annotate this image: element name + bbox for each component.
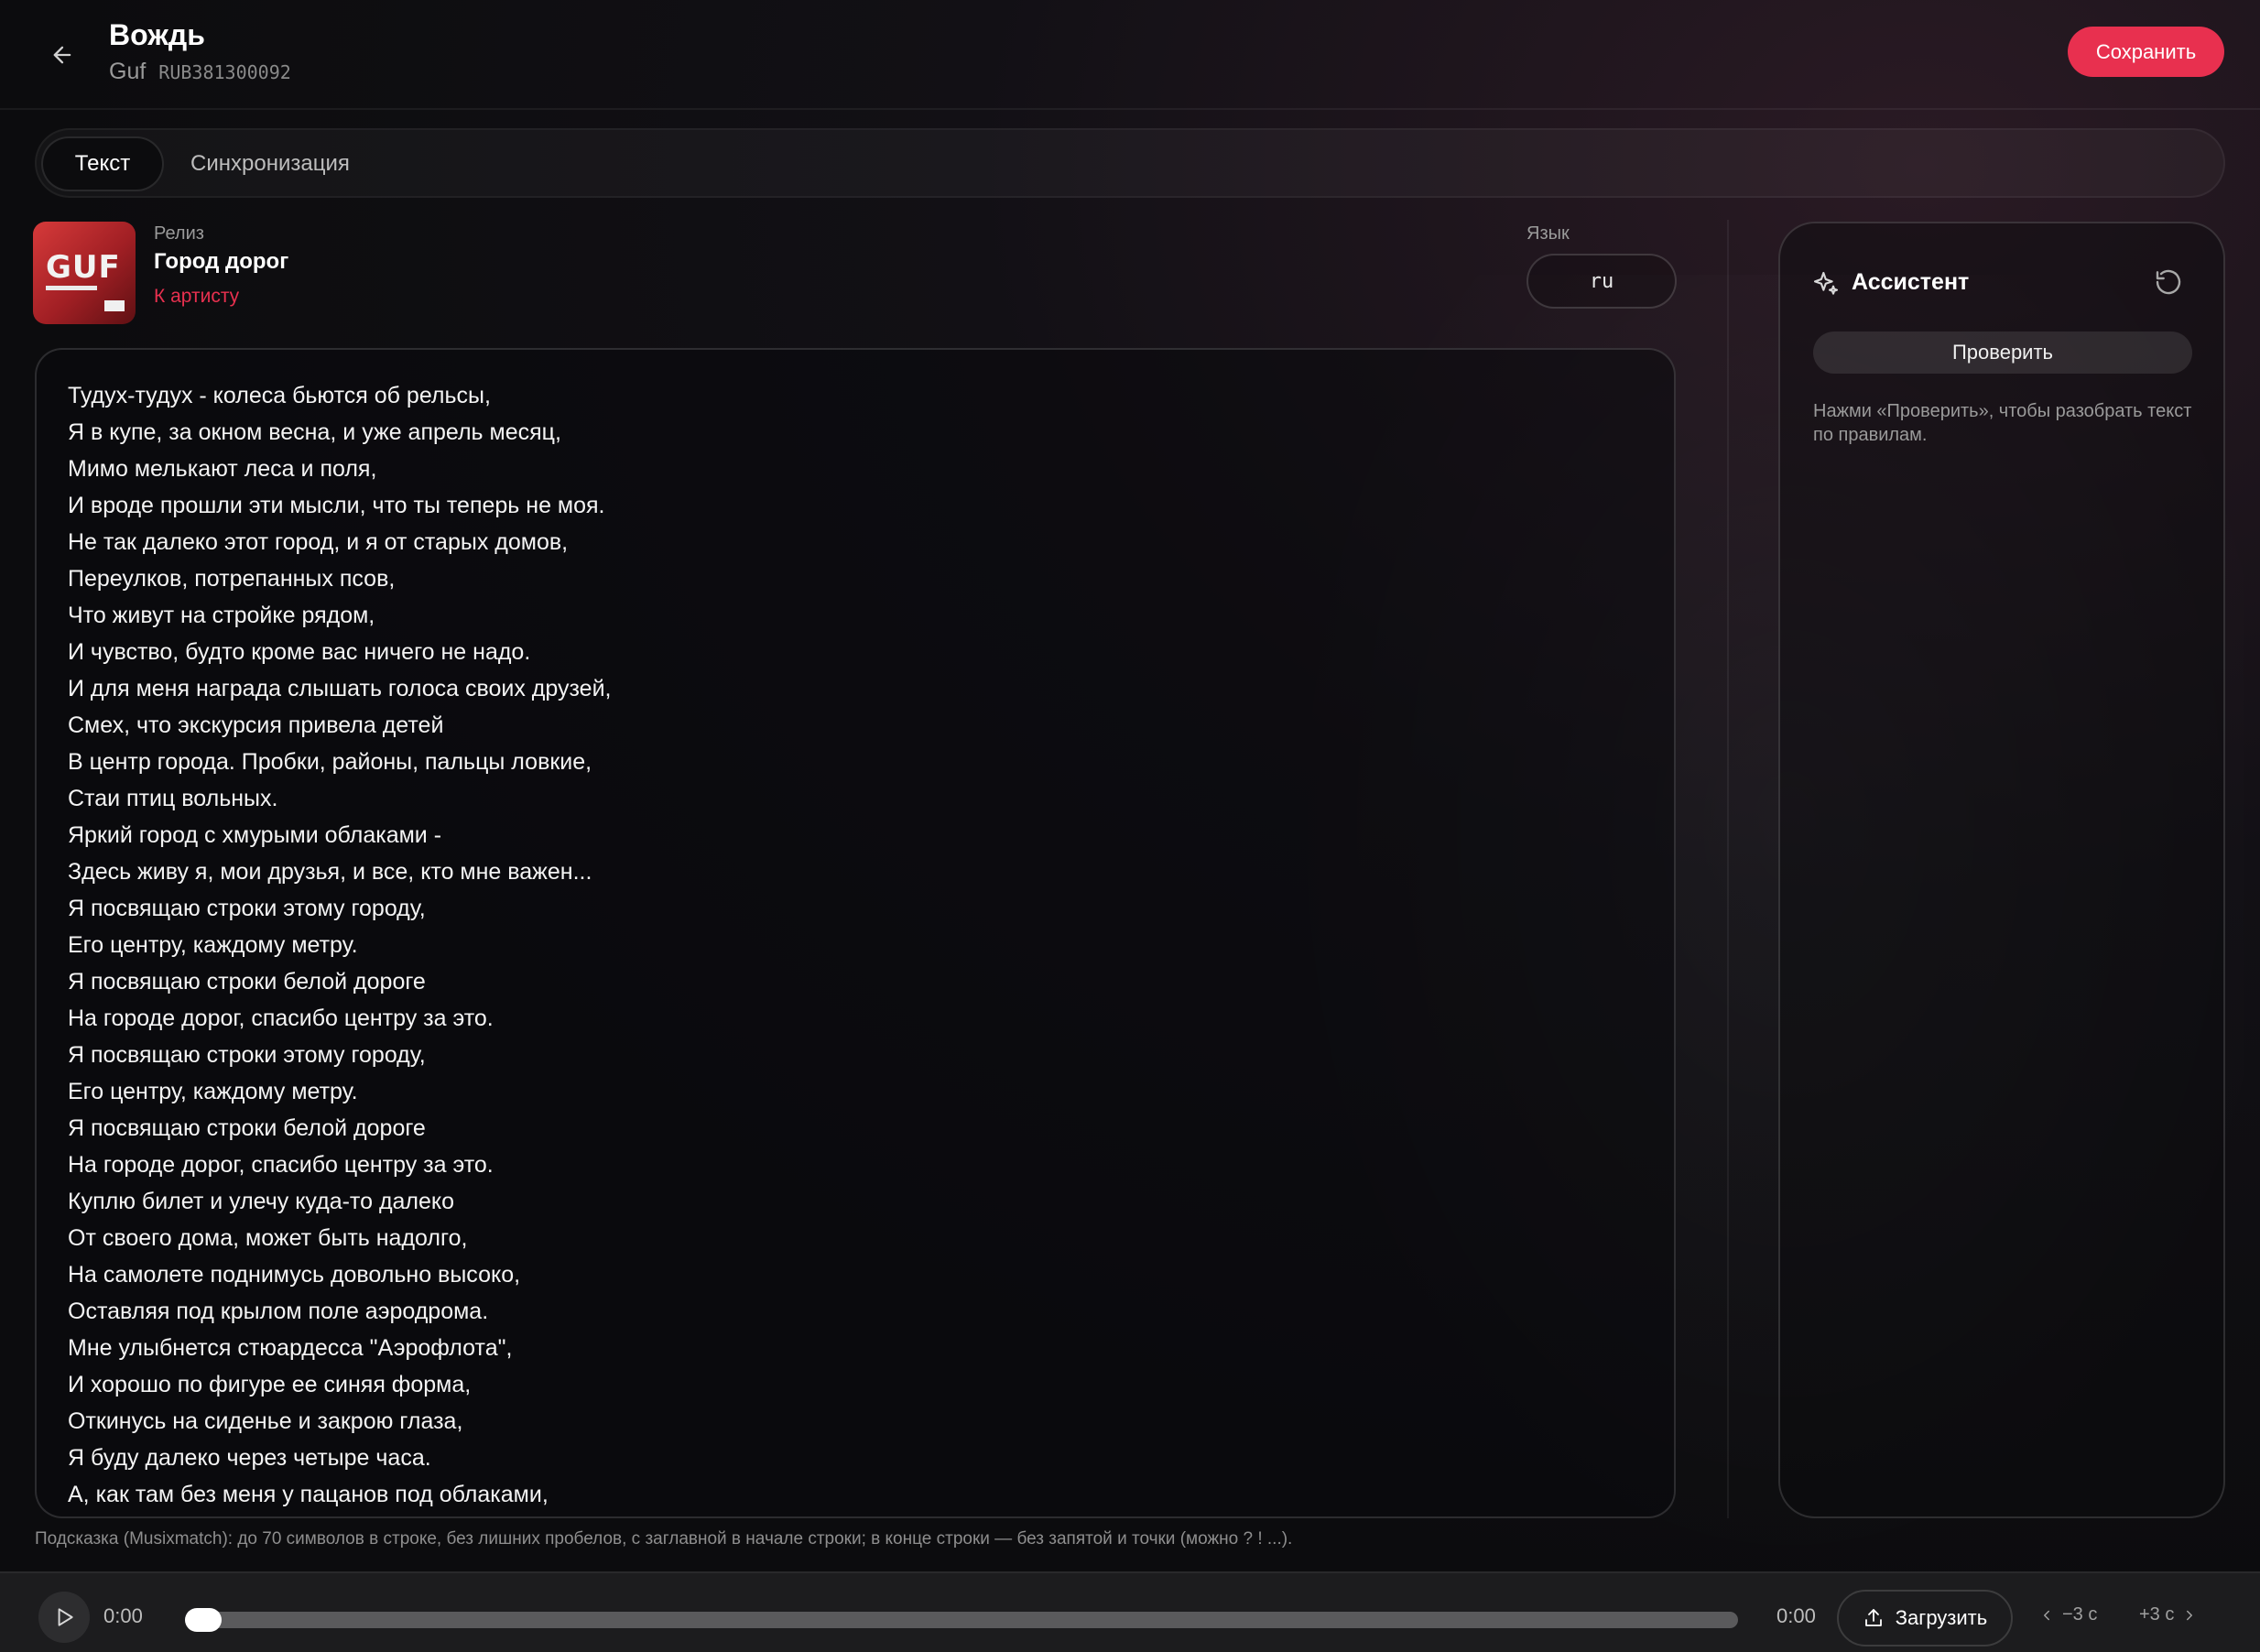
panel-divider <box>1727 220 1729 1518</box>
lyrics-editor[interactable]: Тудух-тудух - колеса бьются об рельсы, Я… <box>35 348 1676 1518</box>
cover-logo: GUF <box>46 249 121 286</box>
track-title: Вождь <box>109 18 205 51</box>
play-icon <box>58 1608 73 1626</box>
upload-label: Загрузить <box>1895 1606 1988 1629</box>
tab-text[interactable]: Текст <box>41 136 164 191</box>
upload-icon <box>1864 1609 1882 1626</box>
seek-forward-button[interactable]: +3 с <box>2139 1604 2198 1625</box>
release-cover[interactable]: GUF <box>33 222 136 324</box>
play-button[interactable] <box>38 1592 90 1643</box>
tab-bar: Текст Синхронизация <box>35 128 2225 198</box>
refresh-icon <box>2156 269 2181 295</box>
assistant-hint: Нажми «Проверить», чтобы разобрать текст… <box>1813 401 2192 445</box>
arrow-left-icon <box>53 46 71 64</box>
sparkle-icon <box>1813 271 1839 295</box>
check-button[interactable]: Проверить <box>1813 331 2192 374</box>
musixmatch-hint: Подсказка (Musixmatch): до 70 символов в… <box>35 1529 1293 1549</box>
assistant-title: Ассистент <box>1852 269 1970 295</box>
save-button[interactable]: Сохранить <box>2068 27 2224 77</box>
lyrics-text[interactable]: Тудух-тудух - колеса бьются об рельсы, Я… <box>68 377 1643 1513</box>
artist-link[interactable]: К артисту <box>154 286 239 308</box>
release-name: Город дорог <box>154 249 289 274</box>
track-artist: Guf <box>109 59 147 84</box>
header: Вождь Guf RUB381300092 Сохранить <box>0 0 2260 110</box>
track-isrc: RUB381300092 <box>158 61 291 83</box>
seek-back-button[interactable]: −3 с <box>2038 1604 2097 1625</box>
seek-forward-label: +3 с <box>2139 1604 2175 1625</box>
upload-button[interactable]: Загрузить <box>1837 1590 2013 1647</box>
assistant-reset-button[interactable] <box>2154 267 2187 300</box>
language-label: Язык <box>1527 223 1570 244</box>
current-time: 0:00 <box>103 1604 143 1627</box>
tab-sync[interactable]: Синхронизация <box>190 136 465 191</box>
audio-player: 0:00 0:00 Загрузить −3 с +3 с <box>0 1571 2260 1652</box>
back-button[interactable] <box>40 33 84 77</box>
release-label: Релиз <box>154 223 204 244</box>
language-select[interactable]: ru <box>1527 254 1677 309</box>
chevron-right-icon <box>2187 1610 2193 1620</box>
cover-decoration <box>46 286 97 290</box>
track-subtitle: Guf RUB381300092 <box>109 59 291 85</box>
chevron-left-icon <box>2044 1610 2049 1620</box>
progress-thumb[interactable] <box>185 1608 222 1632</box>
seek-back-label: −3 с <box>2062 1604 2098 1625</box>
progress-track[interactable] <box>185 1608 1738 1632</box>
cover-badge <box>104 300 125 311</box>
assistant-panel: Ассистент Проверить Нажми «Проверить», ч… <box>1778 222 2225 1518</box>
end-time: 0:00 <box>1776 1604 1816 1627</box>
